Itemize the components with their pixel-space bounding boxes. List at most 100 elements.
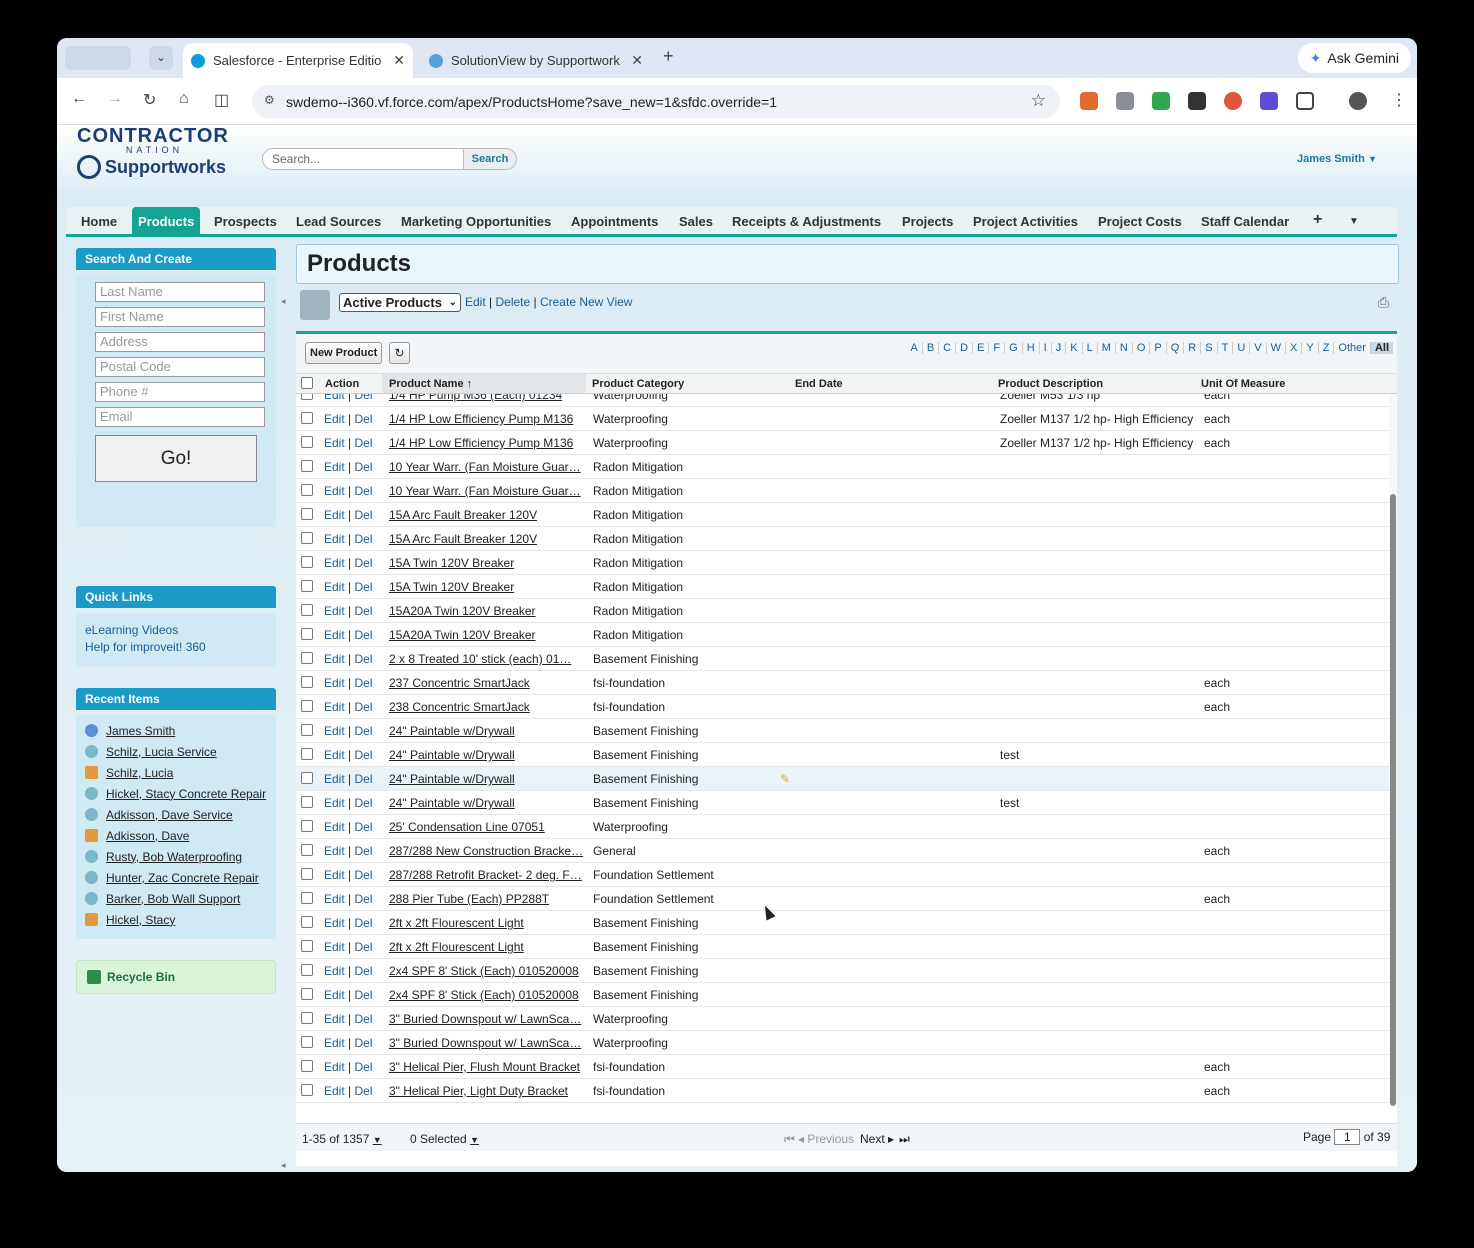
edit-link[interactable]: Edit — [324, 628, 345, 642]
recent-item[interactable]: Adkisson, Dave — [85, 825, 267, 846]
delete-link[interactable]: Del — [354, 436, 372, 450]
row-checkbox[interactable] — [301, 748, 313, 760]
col-product-category[interactable]: Product Category — [592, 378, 684, 390]
alpha-filter-g[interactable]: G — [1005, 342, 1023, 354]
row-checkbox[interactable] — [301, 436, 313, 448]
product-name-link[interactable]: 15A Twin 120V Breaker — [389, 556, 584, 570]
delete-link[interactable]: Del — [354, 1060, 372, 1074]
row-checkbox[interactable] — [301, 796, 313, 808]
new-tab-button[interactable]: + — [663, 46, 674, 67]
edit-link[interactable]: Edit — [324, 676, 345, 690]
nav-staff-calendar[interactable]: Staff Calendar — [1201, 214, 1289, 229]
delete-link[interactable]: Del — [354, 772, 372, 786]
elearning-videos-link[interactable]: eLearning Videos — [85, 623, 267, 637]
ask-gemini-button[interactable]: ✦ Ask Gemini — [1297, 43, 1411, 73]
next-page[interactable]: Next ▸ — [860, 1132, 894, 1146]
delete-link[interactable]: Del — [354, 916, 372, 930]
edit-link[interactable]: Edit — [324, 484, 345, 498]
row-checkbox[interactable] — [301, 988, 313, 1000]
table-row[interactable]: Edit | Del 1/4 HP Low Efficiency Pump M13… — [296, 407, 1389, 431]
nav-receipts-adjustments[interactable]: Receipts & Adjustments — [732, 214, 881, 229]
alpha-filter-z[interactable]: Z — [1319, 342, 1335, 354]
delete-link[interactable]: Del — [354, 394, 372, 402]
print-icon[interactable]: ⎙ — [1378, 294, 1389, 311]
url-bar[interactable]: ⚙ swdemo--i360.vf.force.com/apex/Product… — [252, 85, 1060, 118]
delete-link[interactable]: Del — [354, 844, 372, 858]
product-name-link[interactable]: 3" Helical Pier, Flush Mount Bracket — [389, 1060, 584, 1074]
delete-link[interactable]: Del — [354, 940, 372, 954]
delete-link[interactable]: Del — [354, 1084, 372, 1098]
product-name-link[interactable]: 15A20A Twin 120V Breaker — [389, 604, 584, 618]
product-name-link[interactable]: 15A20A Twin 120V Breaker — [389, 628, 584, 642]
product-name-link[interactable]: 3" Buried Downspout w/ LawnSca… — [389, 1012, 584, 1026]
product-name-link[interactable]: 24" Paintable w/Drywall — [389, 748, 584, 762]
alpha-filter-m[interactable]: M — [1098, 342, 1116, 354]
row-checkbox[interactable] — [301, 556, 313, 568]
edit-link[interactable]: Edit — [324, 748, 345, 762]
alpha-filter-t[interactable]: T — [1218, 342, 1234, 354]
nav-more-icon[interactable]: ▼ — [1349, 216, 1359, 227]
row-checkbox[interactable] — [301, 892, 313, 904]
edit-link[interactable]: Edit — [324, 772, 345, 786]
row-checkbox[interactable] — [301, 1084, 313, 1096]
site-info-icon[interactable]: ⚙ — [264, 93, 275, 107]
alpha-filter-l[interactable]: L — [1083, 342, 1098, 354]
edit-link[interactable]: Edit — [324, 796, 345, 810]
edit-link[interactable]: Edit — [324, 892, 345, 906]
row-checkbox[interactable] — [301, 484, 313, 496]
alpha-filter-o[interactable]: O — [1133, 342, 1151, 354]
email-field[interactable]: Email — [95, 407, 265, 427]
alpha-filter-k[interactable]: K — [1066, 342, 1083, 354]
edit-link[interactable]: Edit — [324, 652, 345, 666]
table-row[interactable]: Edit | Del 2ft x 2ft Flourescent Light Bas… — [296, 935, 1389, 959]
table-row[interactable]: Edit | Del 2ft x 2ft Flourescent Light Bas… — [296, 911, 1389, 935]
tab-search-chevron-icon[interactable]: ⌄ — [149, 46, 173, 70]
edit-link[interactable]: Edit — [324, 1012, 345, 1026]
row-checkbox[interactable] — [301, 1012, 313, 1024]
table-row[interactable]: Edit | Del 15A Twin 120V Breaker Radon Mit… — [296, 551, 1389, 575]
table-row[interactable]: Edit | Del 2x4 SPF 8' Stick (Each) 010520… — [296, 959, 1389, 983]
table-row[interactable]: Edit | Del 24" Paintable w/Drywall Basemen… — [296, 719, 1389, 743]
alpha-filter-q[interactable]: Q — [1167, 342, 1185, 354]
alpha-filter-all[interactable]: All — [1370, 342, 1393, 354]
delete-view-link[interactable]: Delete — [495, 295, 530, 309]
nav-add-tab-icon[interactable]: + — [1313, 211, 1322, 229]
global-search-input[interactable]: Search... — [262, 148, 465, 170]
edit-link[interactable]: Edit — [324, 868, 345, 882]
alpha-filter-n[interactable]: N — [1116, 342, 1133, 354]
table-row[interactable]: Edit | Del 288 Pier Tube (Each) PP288T Fou… — [296, 887, 1389, 911]
metamask-extension-icon[interactable] — [1080, 92, 1098, 110]
edit-link[interactable]: Edit — [324, 460, 345, 474]
delete-link[interactable]: Del — [354, 796, 372, 810]
table-row[interactable]: Edit | Del 2x4 SPF 8' Stick (Each) 010520… — [296, 983, 1389, 1007]
edit-link[interactable]: Edit — [324, 844, 345, 858]
alpha-filter-d[interactable]: D — [956, 342, 974, 354]
first-name-field[interactable]: First Name — [95, 307, 265, 327]
product-name-link[interactable]: 10 Year Warr. (Fan Moisture Guar… — [389, 484, 584, 498]
product-name-link[interactable]: 24" Paintable w/Drywall — [389, 772, 584, 786]
edit-link[interactable]: Edit — [324, 724, 345, 738]
row-checkbox[interactable] — [301, 724, 313, 736]
edit-link[interactable]: Edit — [324, 508, 345, 522]
alpha-filter-e[interactable]: E — [973, 342, 990, 354]
record-range[interactable]: 1-35 of 1357 ▼ — [302, 1132, 382, 1146]
edit-link[interactable]: Edit — [324, 1036, 345, 1050]
row-checkbox[interactable] — [301, 394, 313, 400]
col-end-date[interactable]: End Date — [795, 378, 843, 390]
product-name-link[interactable]: 25' Condensation Line 07051 — [389, 820, 584, 834]
row-checkbox[interactable] — [301, 868, 313, 880]
tab-salesforce[interactable]: Salesforce - Enterprise Editio ✕ — [183, 43, 413, 78]
product-name-link[interactable]: 24" Paintable w/Drywall — [389, 724, 584, 738]
alpha-filter-u[interactable]: U — [1233, 342, 1251, 354]
table-row[interactable]: Edit | Del 287/288 Retrofit Bracket- 2 de… — [296, 863, 1389, 887]
product-name-link[interactable]: 2x4 SPF 8' Stick (Each) 010520008 — [389, 988, 584, 1002]
recent-item[interactable]: Schilz, Lucia Service — [85, 741, 267, 762]
table-row[interactable]: Edit | Del 287/288 New Construction Brack… — [296, 839, 1389, 863]
table-row[interactable]: Edit | Del 3" Helical Pier, Light Duty Br… — [296, 1079, 1389, 1103]
row-checkbox[interactable] — [301, 676, 313, 688]
delete-link[interactable]: Del — [354, 676, 372, 690]
delete-link[interactable]: Del — [354, 892, 372, 906]
row-checkbox[interactable] — [301, 772, 313, 784]
product-name-link[interactable]: 2 x 8 Treated 10' stick (each) 01… — [389, 652, 584, 666]
edit-view-link[interactable]: Edit — [465, 295, 486, 309]
